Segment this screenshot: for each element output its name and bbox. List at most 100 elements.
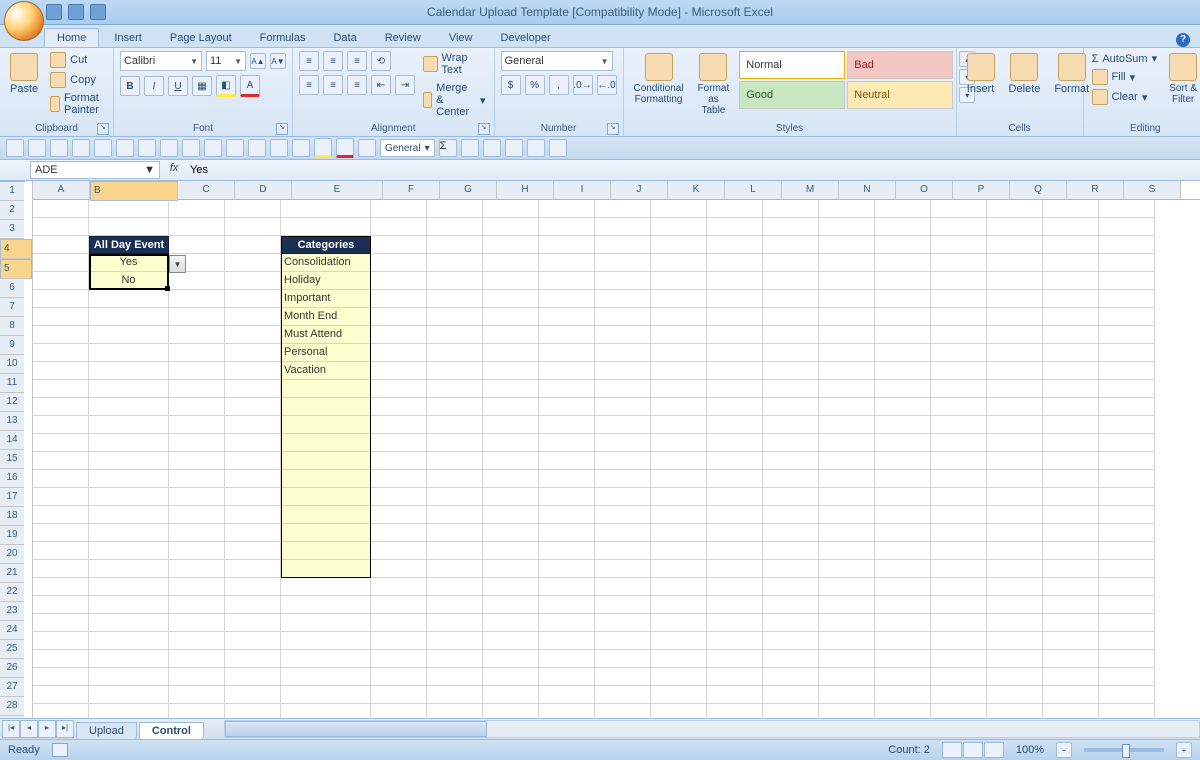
cell-F15[interactable]	[371, 452, 427, 470]
col-header-Q[interactable]: Q	[1010, 181, 1067, 199]
cell-B23[interactable]	[89, 596, 169, 614]
cell-S27[interactable]	[1099, 668, 1155, 686]
cell-J6[interactable]	[595, 290, 651, 308]
tb-save-icon[interactable]	[50, 139, 68, 157]
cell-J24[interactable]	[595, 614, 651, 632]
cell-F2[interactable]	[371, 218, 427, 236]
row-header-4[interactable]: 4	[0, 239, 32, 259]
increase-indent-button[interactable]: ⇥	[395, 75, 415, 95]
cell-H21[interactable]	[483, 560, 539, 578]
cell-C1[interactable]	[169, 200, 225, 218]
cell-F20[interactable]	[371, 542, 427, 560]
align-left-button[interactable]: ≡	[299, 75, 319, 95]
cell-Q19[interactable]	[987, 524, 1043, 542]
cell-P28[interactable]	[931, 686, 987, 704]
cell-L21[interactable]	[707, 560, 763, 578]
cell-P6[interactable]	[931, 290, 987, 308]
cell-P1[interactable]	[931, 200, 987, 218]
cell-S21[interactable]	[1099, 560, 1155, 578]
cell-N4[interactable]	[819, 254, 875, 272]
tb-redo-icon[interactable]	[226, 139, 244, 157]
cell-P23[interactable]	[931, 596, 987, 614]
cell-L28[interactable]	[707, 686, 763, 704]
cell-Q1[interactable]	[987, 200, 1043, 218]
cell-R20[interactable]	[1043, 542, 1099, 560]
cell-J7[interactable]	[595, 308, 651, 326]
cell-G26[interactable]	[427, 650, 483, 668]
cell-R24[interactable]	[1043, 614, 1099, 632]
cell-N5[interactable]	[819, 272, 875, 290]
cell-N8[interactable]	[819, 326, 875, 344]
cell-K11[interactable]	[651, 380, 707, 398]
cell-style-good[interactable]: Good	[739, 81, 845, 109]
cell-G28[interactable]	[427, 686, 483, 704]
cell-O1[interactable]	[875, 200, 931, 218]
cell-R4[interactable]	[1043, 254, 1099, 272]
accounting-format-button[interactable]: $	[501, 75, 521, 95]
cell-B2[interactable]	[89, 218, 169, 236]
cell-J8[interactable]	[595, 326, 651, 344]
cell-O16[interactable]	[875, 470, 931, 488]
cell-C23[interactable]	[169, 596, 225, 614]
cell-Q24[interactable]	[987, 614, 1043, 632]
cell-S1[interactable]	[1099, 200, 1155, 218]
col-header-F[interactable]: F	[383, 181, 440, 199]
cell-H4[interactable]	[483, 254, 539, 272]
cell-S7[interactable]	[1099, 308, 1155, 326]
cell-L14[interactable]	[707, 434, 763, 452]
cell-B10[interactable]	[89, 362, 169, 380]
col-header-R[interactable]: R	[1067, 181, 1124, 199]
cell-R7[interactable]	[1043, 308, 1099, 326]
cell-L23[interactable]	[707, 596, 763, 614]
sheet-nav-prev[interactable]: ◂	[20, 720, 38, 738]
cell-O29[interactable]	[875, 704, 931, 718]
cell-L29[interactable]	[707, 704, 763, 718]
cell-S16[interactable]	[1099, 470, 1155, 488]
orientation-button[interactable]: ⟲	[371, 51, 391, 71]
cell-A4[interactable]	[33, 254, 89, 272]
cell-I29[interactable]	[539, 704, 595, 718]
cell-G21[interactable]	[427, 560, 483, 578]
cell-O11[interactable]	[875, 380, 931, 398]
cell-I21[interactable]	[539, 560, 595, 578]
cell-E9[interactable]: Personal	[281, 344, 371, 362]
cell-K28[interactable]	[651, 686, 707, 704]
format-painter-button[interactable]: Format Painter	[48, 91, 107, 117]
row-header-26[interactable]: 26	[0, 659, 24, 678]
cell-Q7[interactable]	[987, 308, 1043, 326]
cell-E13[interactable]	[281, 416, 371, 434]
cell-G16[interactable]	[427, 470, 483, 488]
cell-C28[interactable]	[169, 686, 225, 704]
view-normal-button[interactable]	[942, 742, 962, 758]
cell-M7[interactable]	[763, 308, 819, 326]
cell-S28[interactable]	[1099, 686, 1155, 704]
cell-G8[interactable]	[427, 326, 483, 344]
fill-color-button[interactable]: ◧	[216, 75, 236, 97]
cell-O5[interactable]	[875, 272, 931, 290]
cell-Q14[interactable]	[987, 434, 1043, 452]
cell-M22[interactable]	[763, 578, 819, 596]
col-header-N[interactable]: N	[839, 181, 896, 199]
cell-H3[interactable]	[483, 236, 539, 254]
cell-F26[interactable]	[371, 650, 427, 668]
cell-J1[interactable]	[595, 200, 651, 218]
cell-R13[interactable]	[1043, 416, 1099, 434]
cell-S9[interactable]	[1099, 344, 1155, 362]
cell-C18[interactable]	[169, 506, 225, 524]
cell-Q8[interactable]	[987, 326, 1043, 344]
underline-button[interactable]: U	[168, 76, 188, 96]
cell-H6[interactable]	[483, 290, 539, 308]
cell-I24[interactable]	[539, 614, 595, 632]
zoom-slider-thumb[interactable]	[1122, 744, 1130, 758]
cell-D22[interactable]	[225, 578, 281, 596]
cell-I9[interactable]	[539, 344, 595, 362]
cell-A26[interactable]	[33, 650, 89, 668]
cell-D25[interactable]	[225, 632, 281, 650]
cell-K7[interactable]	[651, 308, 707, 326]
cell-K6[interactable]	[651, 290, 707, 308]
row-header-14[interactable]: 14	[0, 431, 24, 450]
cell-O10[interactable]	[875, 362, 931, 380]
cell-G10[interactable]	[427, 362, 483, 380]
cell-G27[interactable]	[427, 668, 483, 686]
tb-sort-asc-icon[interactable]	[248, 139, 266, 157]
